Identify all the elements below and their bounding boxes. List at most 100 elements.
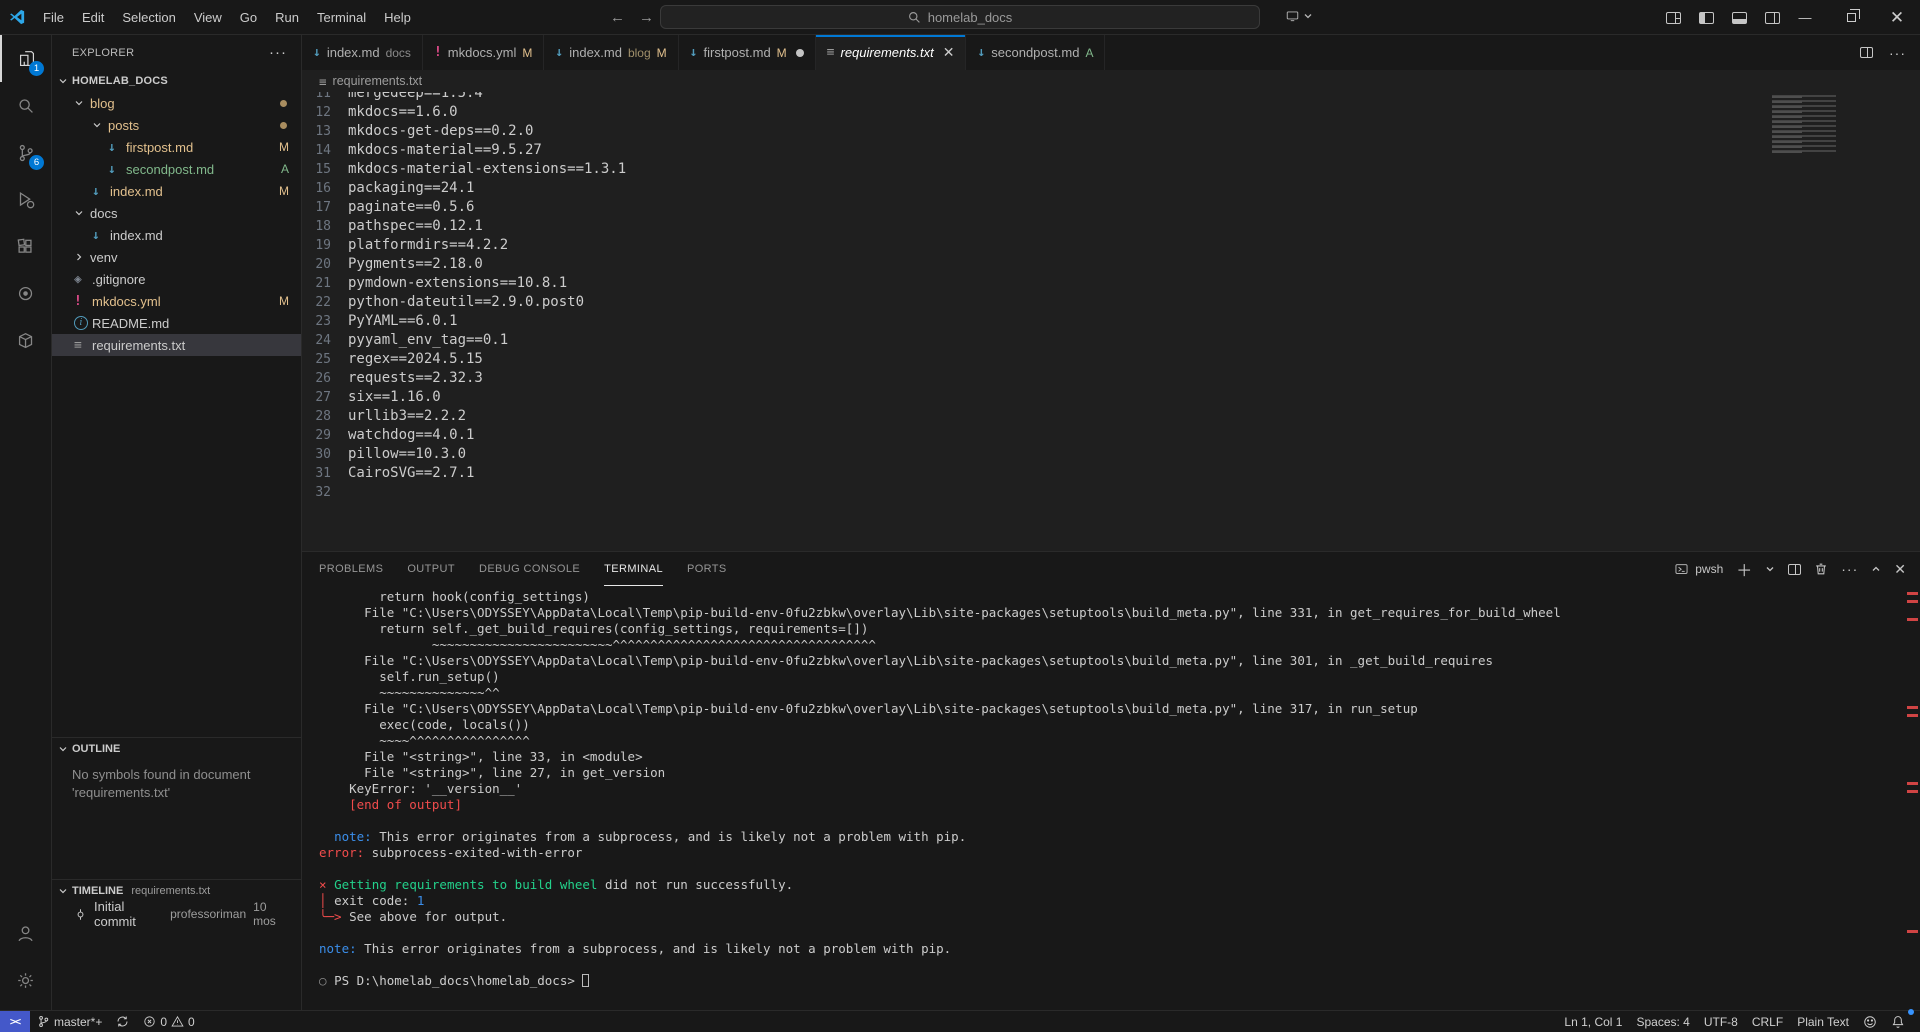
panel-tab[interactable]: PROBLEMS (319, 552, 383, 586)
editor-tab[interactable]: firstpost.md M ✕ (679, 35, 816, 70)
terminal-line: [end of output] (319, 797, 1920, 813)
editor-tab[interactable]: requirements.txt ✕ (816, 35, 967, 70)
tree-item[interactable]: posts (52, 114, 301, 136)
menu-item[interactable]: File (34, 6, 73, 29)
settings-gear-icon[interactable] (0, 957, 51, 1004)
terminal-overview-ruler[interactable] (1905, 588, 1918, 1008)
editor-tab[interactable]: mkdocs.yml M ✕ (423, 35, 544, 70)
timeline-item[interactable]: Initial commit professoriman 10 mos (52, 902, 301, 926)
tree-item[interactable]: requirements.txt (52, 334, 301, 356)
timeline-header[interactable]: TIMELINE requirements.txt (52, 880, 301, 902)
chevron-down-icon (58, 76, 68, 86)
menu-item[interactable]: View (185, 6, 231, 29)
panel-tab[interactable]: PORTS (687, 552, 727, 586)
editor-tab[interactable]: secondpost.md A ✕ (966, 35, 1105, 70)
customize-layout-icon[interactable] (1666, 12, 1681, 24)
extension-circle-activity-icon[interactable] (0, 270, 51, 317)
menu-item[interactable]: Go (231, 6, 266, 29)
display-select-icon[interactable] (1285, 9, 1313, 23)
timeline-section: TIMELINE requirements.txt Initial commit… (52, 879, 301, 926)
terminal-output[interactable]: return hook(config_settings) File "C:\Us… (302, 586, 1920, 1010)
editor-tab[interactable]: index.md docs ✕ (302, 35, 423, 70)
tree-item[interactable]: README.md (52, 312, 301, 334)
panel-tab[interactable]: DEBUG CONSOLE (479, 552, 580, 586)
panel-more-actions-icon[interactable]: ··· (1841, 561, 1858, 577)
git-commit-icon (74, 908, 87, 921)
terminal-line: note: This error originates from a subpr… (319, 941, 1920, 957)
error-icon (143, 1015, 156, 1028)
tree-item[interactable]: mkdocs.yml M (52, 290, 301, 312)
status-item[interactable]: CRLF (1745, 1011, 1790, 1032)
menu-item[interactable]: Edit (73, 6, 113, 29)
line-text: platformdirs==4.2.2 (348, 236, 508, 255)
status-item[interactable]: Spaces: 4 (1629, 1011, 1696, 1032)
explorer-activity-icon[interactable]: 1 (0, 35, 51, 82)
command-center-search[interactable]: homelab_docs (660, 5, 1260, 29)
status-item[interactable]: Plain Text (1790, 1011, 1856, 1032)
tree-item[interactable]: docs (52, 202, 301, 224)
toggle-secondary-sidebar-icon[interactable] (1765, 12, 1780, 24)
outline-header[interactable]: OUTLINE (52, 738, 301, 760)
notifications-bell-icon[interactable] (1884, 1011, 1912, 1032)
menu-item[interactable]: Run (266, 6, 308, 29)
nav-forward-button[interactable]: → (639, 9, 654, 26)
status-item[interactable]: Ln 1, Col 1 (1557, 1011, 1629, 1032)
tree-item[interactable]: blog (52, 92, 301, 114)
minimap[interactable] (1772, 95, 1856, 157)
editor-more-actions-icon[interactable]: ··· (1889, 45, 1906, 61)
menu-item[interactable]: Terminal (308, 6, 375, 29)
tree-item[interactable]: .gitignore (52, 268, 301, 290)
panel-tab[interactable]: TERMINAL (604, 552, 663, 586)
tree-item[interactable]: secondpost.md A (52, 158, 301, 180)
terminal-dropdown-icon[interactable] (1765, 564, 1775, 574)
code-line: 26 requests==2.32.3 (302, 369, 1810, 388)
search-activity-icon[interactable] (0, 82, 51, 129)
panel-tab[interactable]: OUTPUT (407, 552, 455, 586)
extensions-activity-icon[interactable] (0, 223, 51, 270)
menu-item[interactable]: Selection (113, 6, 184, 29)
problems-status[interactable]: 0 0 (136, 1011, 201, 1032)
tab-close-icon[interactable]: ✕ (943, 44, 955, 61)
workspace-root-folder[interactable]: HOMELAB_DOCS (52, 70, 301, 92)
git-branch-status[interactable]: master*+ (30, 1011, 109, 1032)
search-text: homelab_docs (928, 10, 1013, 25)
split-terminal-icon[interactable] (1788, 564, 1801, 575)
tab-label: mkdocs.yml (448, 45, 517, 60)
tree-item[interactable]: index.md M (52, 180, 301, 202)
nav-back-button[interactable]: ← (610, 9, 625, 26)
toggle-primary-sidebar-icon[interactable] (1699, 12, 1714, 24)
accounts-icon[interactable] (0, 910, 51, 957)
line-number: 15 (302, 160, 348, 179)
line-number: 11 (302, 92, 348, 103)
explorer-badge: 1 (29, 61, 44, 76)
status-item[interactable]: UTF-8 (1697, 1011, 1745, 1032)
explorer-more-actions-icon[interactable]: ··· (269, 44, 287, 61)
new-terminal-icon[interactable]: ＋ (1736, 557, 1752, 581)
terminal-instance-pwsh[interactable]: pwsh (1674, 562, 1723, 576)
tree-item[interactable]: firstpost.md M (52, 136, 301, 158)
code-editor[interactable]: 11 mergedeep==1.5.4 12 mkdocs==1.6.0 13 … (302, 92, 1920, 551)
close-button[interactable]: ✕ (1874, 0, 1920, 35)
close-panel-icon[interactable]: ✕ (1894, 561, 1906, 578)
minimize-button[interactable]: — (1782, 0, 1828, 35)
breadcrumb[interactable]: requirements.txt (302, 70, 1920, 92)
tab-label: secondpost.md (991, 45, 1079, 60)
feedback-smiley-icon[interactable] (1856, 1011, 1884, 1032)
remote-indicator[interactable]: >< (0, 1011, 30, 1032)
editor-tab[interactable]: index.md blog M ✕ (544, 35, 678, 70)
kill-terminal-icon[interactable] (1814, 562, 1828, 576)
split-editor-icon[interactable] (1860, 47, 1873, 58)
menu-item[interactable]: Help (375, 6, 420, 29)
run-debug-activity-icon[interactable] (0, 176, 51, 223)
folder-modified-dot (280, 100, 287, 107)
sync-status[interactable] (109, 1011, 136, 1032)
tree-item[interactable]: index.md (52, 224, 301, 246)
tree-item[interactable]: venv (52, 246, 301, 268)
restore-button[interactable] (1828, 0, 1874, 35)
extension-box-activity-icon[interactable] (0, 317, 51, 364)
line-number: 26 (302, 369, 348, 388)
maximize-panel-icon[interactable] (1871, 564, 1881, 574)
source-control-activity-icon[interactable]: 6 (0, 129, 51, 176)
toggle-panel-icon[interactable] (1732, 12, 1747, 24)
chevron-down-icon (74, 208, 90, 218)
